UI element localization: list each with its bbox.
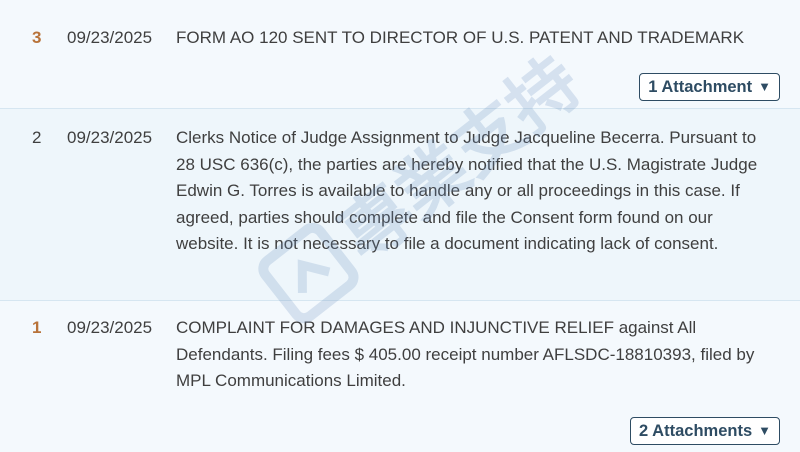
entry-number: 1 bbox=[32, 318, 42, 337]
caret-down-icon: ▼ bbox=[758, 79, 771, 94]
caret-down-icon: ▼ bbox=[758, 423, 771, 438]
attachments-label: 1 Attachment bbox=[648, 78, 753, 96]
attachments-label: 2 Attachments bbox=[639, 422, 753, 440]
docket-entry: 1 09/23/2025 COMPLAINT FOR DAMAGES AND I… bbox=[0, 300, 800, 452]
entry-date: 09/23/2025 bbox=[67, 28, 153, 47]
entry-date: 09/23/2025 bbox=[67, 128, 153, 147]
entry-number: 3 bbox=[32, 28, 42, 47]
docket-entry: 3 09/23/2025 FORM AO 120 SENT TO DIRECTO… bbox=[0, 0, 800, 108]
entry-number: 2 bbox=[32, 128, 42, 147]
entry-date: 09/23/2025 bbox=[67, 318, 153, 337]
entry-description: Clerks Notice of Judge Assignment to Jud… bbox=[176, 128, 758, 253]
docket-entry: 2 09/23/2025 Clerks Notice of Judge Assi… bbox=[0, 108, 800, 300]
attachments-dropdown-button[interactable]: 2 Attachments ▼ bbox=[630, 417, 780, 445]
entry-description: FORM AO 120 SENT TO DIRECTOR OF U.S. PAT… bbox=[176, 28, 745, 47]
entry-description: COMPLAINT FOR DAMAGES AND INJUNCTIVE REL… bbox=[176, 318, 755, 390]
docket-entries-list: 3 09/23/2025 FORM AO 120 SENT TO DIRECTO… bbox=[0, 0, 800, 452]
attachments-dropdown-button[interactable]: 1 Attachment ▼ bbox=[639, 73, 780, 101]
